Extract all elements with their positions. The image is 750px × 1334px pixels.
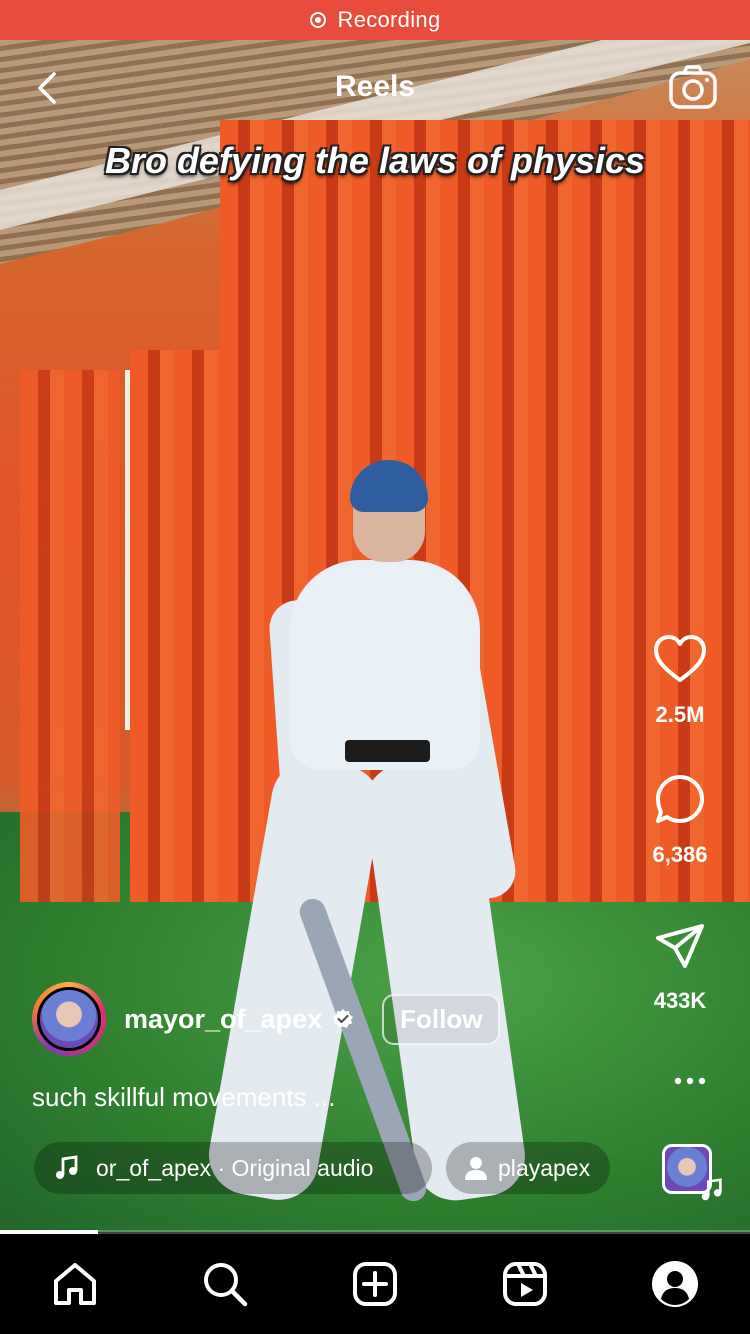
record-icon <box>309 12 326 28</box>
bottom-nav <box>0 1234 750 1334</box>
tab-reels[interactable] <box>495 1254 555 1314</box>
comment-count: 6,386 <box>652 842 708 867</box>
avatar <box>37 987 101 1051</box>
like-action[interactable]: 2.5M <box>630 632 730 728</box>
create-icon <box>353 1262 397 1306</box>
share-count: 433K <box>653 988 707 1013</box>
tab-home[interactable] <box>45 1254 105 1314</box>
author-username[interactable]: mayor_of_apex <box>124 1004 322 1035</box>
reels-icon <box>503 1262 547 1306</box>
profile-icon <box>652 1261 698 1307</box>
more-options-icon[interactable] <box>672 1066 708 1096</box>
verified-badge-icon <box>333 1009 354 1028</box>
search-icon <box>204 1263 248 1307</box>
reels-header: Reels <box>0 40 750 136</box>
like-count: 2.5M <box>655 702 705 727</box>
home-icon <box>54 1263 96 1305</box>
tagged-user-pill[interactable]: playapex <box>446 1142 611 1194</box>
follow-button[interactable]: Follow <box>382 993 501 1045</box>
recording-label: Recording <box>337 7 441 32</box>
tagged-user-label: playapex <box>498 1154 591 1181</box>
music-note-icon <box>56 1155 78 1179</box>
reel-description[interactable]: such skillful movements ... <box>32 1082 335 1113</box>
recording-banner[interactable]: Recording <box>0 0 750 40</box>
music-note-icon <box>701 1178 722 1201</box>
page-title: Reels <box>334 70 416 103</box>
tab-create[interactable] <box>345 1254 405 1314</box>
author-row: mayor_of_apex Follow <box>32 982 501 1056</box>
audio-pill[interactable]: or_of_apex · Original audio <box>34 1142 432 1194</box>
comment-icon[interactable] <box>652 772 708 828</box>
comment-action[interactable]: 6,386 <box>630 772 730 868</box>
camera-icon[interactable] <box>668 64 718 110</box>
tab-profile[interactable] <box>645 1254 705 1314</box>
person-icon <box>465 1157 487 1180</box>
video-caption-overlay: Bro defying the laws of physics <box>104 140 646 181</box>
author-avatar[interactable] <box>32 982 106 1056</box>
heart-icon[interactable] <box>652 632 708 688</box>
audio-label: or_of_apex · Original audio <box>96 1154 374 1181</box>
share-action[interactable]: 433K <box>630 918 730 1014</box>
send-icon[interactable] <box>652 918 708 974</box>
tab-search[interactable] <box>195 1254 255 1314</box>
